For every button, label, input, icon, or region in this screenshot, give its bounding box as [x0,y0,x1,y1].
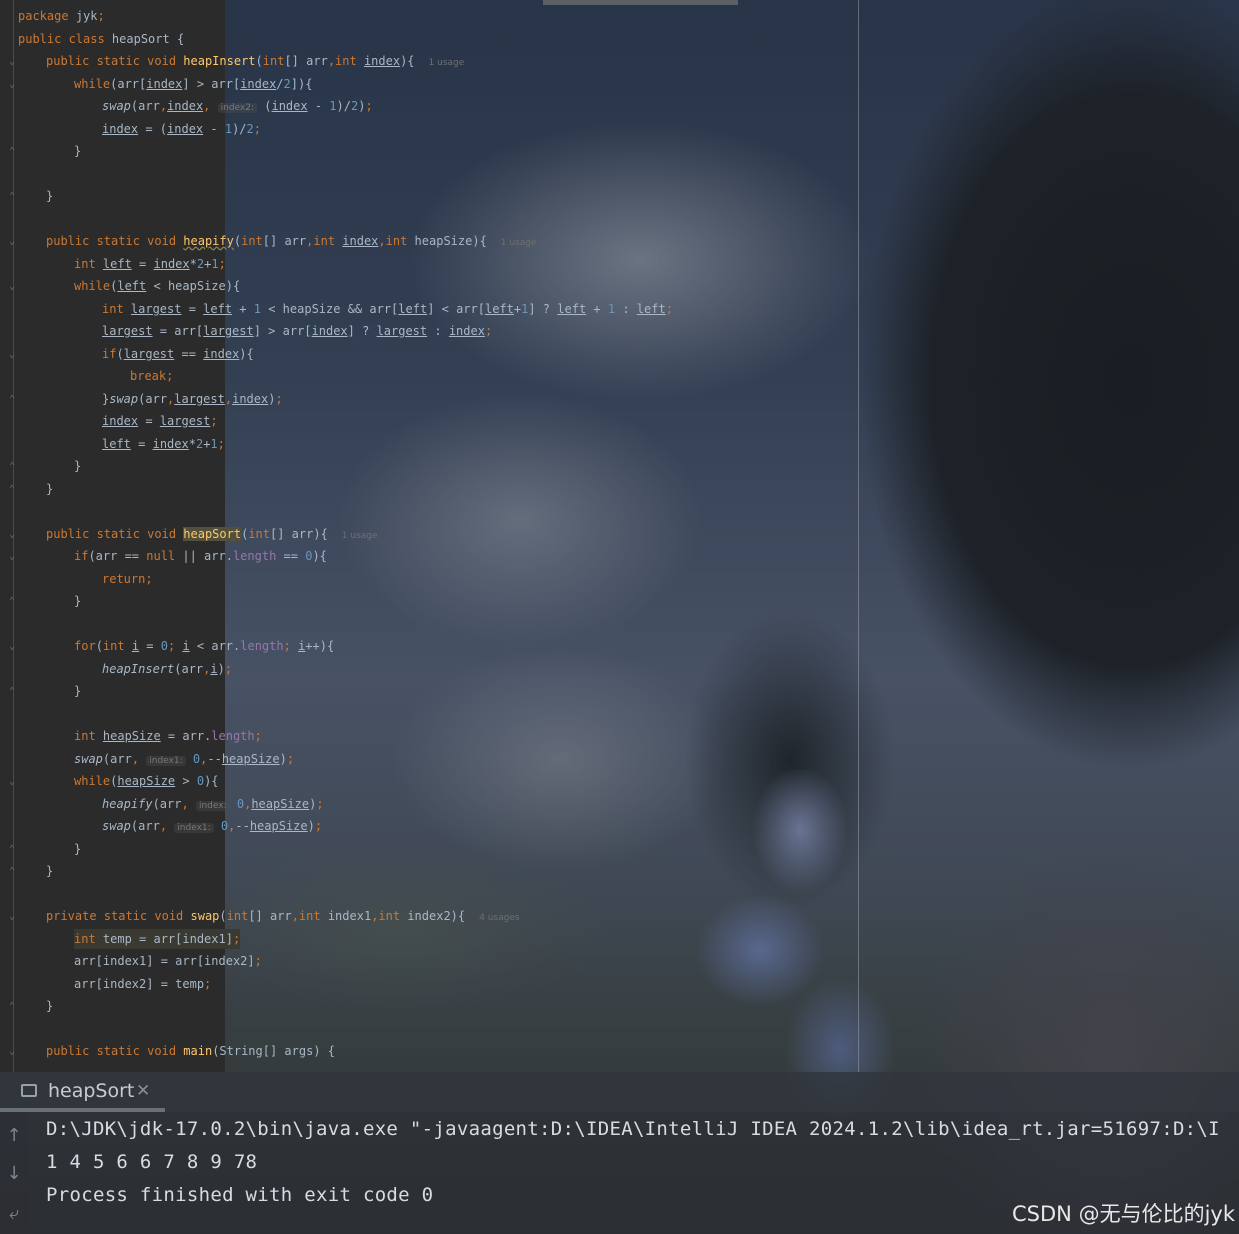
code-line: return; [102,572,153,586]
code-line: largest = arr[largest] > arr[index] ? la… [102,324,493,338]
fold-marker-icon[interactable]: ⌃ [6,844,18,856]
soft-wrap-icon[interactable]: ⤶ [2,1202,26,1226]
code-line: } [46,482,54,496]
code-line: } [74,144,82,158]
code-line: heapify(arr, index: 0,heapSize); [102,797,324,811]
code-line: public static void heapInsert(int[] arr,… [46,54,465,68]
package-name: jyk [75,9,98,23]
param-hint: index: [195,801,230,811]
fold-marker-icon[interactable]: ⌄ [6,1046,18,1058]
code-line: } [74,842,82,856]
code-line: swap(arr, index1: 0,--heapSize); [102,819,323,833]
code-line: int heapSize = arr.length; [74,729,262,743]
fold-marker-icon[interactable]: ⌃ [6,866,18,878]
run-side-toolbar: ↑ ↓ ⤶ [0,1112,29,1234]
fold-marker-icon[interactable]: ⌄ [6,911,18,923]
code-line: } [46,189,54,203]
fold-marker-icon[interactable]: ⌄ [6,281,18,293]
code-line: left = index*2+1; [102,437,225,451]
run-tool-window-header: heapSort ✕ [0,1072,1239,1112]
usage-hint[interactable]: 1 usage [501,238,537,248]
fold-marker-icon[interactable]: ⌃ [6,1001,18,1013]
code-line: while(heapSize > 0){ [74,774,219,788]
code-line: } [74,684,82,698]
watermark: CSDN @无与伦比的jyk [1012,1202,1235,1226]
fold-marker-icon[interactable]: ⌃ [6,394,18,406]
fold-marker-icon[interactable]: ⌃ [6,461,18,473]
code-line: arr[index2] = temp; [74,977,212,991]
fold-marker-icon[interactable]: ⌄ [6,776,18,788]
fold-marker-icon[interactable]: ⌃ [6,146,18,158]
code-line: package jyk; [18,9,105,23]
fold-marker-icon[interactable]: ⌃ [6,484,18,496]
code-line: private static void swap(int[] arr,int i… [46,909,520,923]
scroll-down-icon[interactable]: ↓ [2,1162,26,1186]
code-line: if(largest == index){ [102,347,254,361]
run-tab-heapsort[interactable]: heapSort ✕ [0,1072,165,1112]
param-hint: index1: [146,756,186,766]
code-line-current: int temp = arr[index1]; [74,929,241,949]
code-line: public static void main(String[] args) { [46,1044,336,1058]
code-line: public static void heapify(int[] arr,int… [46,234,537,248]
code-line: int left = index*2+1; [74,257,226,271]
fold-marker-icon[interactable]: ⌄ [6,236,18,248]
fold-marker-icon[interactable]: ⌄ [6,349,18,361]
console-icon [21,1084,37,1097]
code-line: } [46,864,54,878]
code-line: while(left < heapSize){ [74,279,241,293]
fold-marker-icon[interactable]: ⌄ [6,641,18,653]
usage-hint[interactable]: 1 usage [429,58,465,68]
code-line: swap(arr, index1: 0,--heapSize); [74,752,295,766]
code-line: break; [130,369,174,383]
keyword: package [18,9,69,23]
run-tab-label: heapSort [48,1080,135,1102]
code-line: index = (index - 1)/2; [102,122,261,136]
code-line: arr[index1] = arr[index2]; [74,954,262,968]
code-line: } [74,594,82,608]
usage-hint[interactable]: 4 usages [479,913,519,923]
close-icon[interactable]: ✕ [136,1081,150,1101]
code-line: if(arr == null || arr.length == 0){ [74,549,327,563]
console-line: D:\JDK\jdk-17.0.2\bin\java.exe "-javaage… [46,1118,1220,1140]
param-hint: index2: [217,103,258,113]
code-line: } [46,999,54,1013]
code-line: int largest = left + 1 < heapSize && arr… [102,302,673,316]
console-line: 1 4 5 6 6 7 8 9 78 [46,1151,258,1173]
console-line: Process finished with exit code 0 [46,1184,434,1206]
param-hint: index1: [174,823,214,833]
fold-marker-icon[interactable]: ⌄ [6,56,18,68]
code-line: }swap(arr,largest,index); [102,392,283,406]
fold-marker-icon[interactable]: ⌃ [6,686,18,698]
code-line: } [74,459,82,473]
code-line: while(arr[index] > arr[index/2]){ [74,77,313,91]
fold-marker-icon[interactable]: ⌃ [6,596,18,608]
fold-marker-icon[interactable]: ⌄ [6,79,18,91]
fold-marker-icon[interactable]: ⌃ [6,191,18,203]
code-line: swap(arr,index, index2: (index - 1)/2); [102,99,373,113]
fold-marker-icon[interactable]: ⌄ [6,551,18,563]
code-line: public class heapSort { [18,32,185,46]
code-editor[interactable]: package jyk; public class heapSort { pub… [0,0,1239,1072]
usage-hint[interactable]: 1 usage [342,531,378,541]
code-line: index = largest; [102,414,218,428]
code-line: for(int i = 0; i < arr.length; i++){ [74,639,335,653]
fold-marker-icon[interactable]: ⌄ [6,529,18,541]
scroll-up-icon[interactable]: ↑ [2,1124,26,1148]
code-line: public static void heapSort(int[] arr){1… [46,527,378,541]
code-line: heapInsert(arr,i); [102,662,233,676]
